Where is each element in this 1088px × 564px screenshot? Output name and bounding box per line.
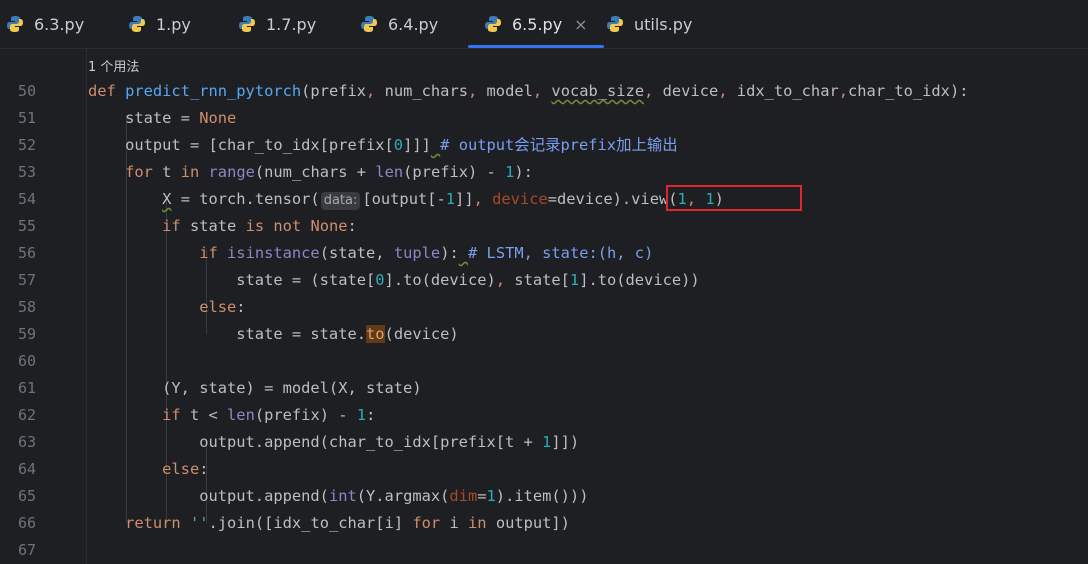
python-file-icon [484, 15, 502, 33]
line-number: 59 [17, 325, 36, 343]
python-file-icon [128, 15, 146, 33]
line-number: 66 [17, 514, 36, 532]
python-file-icon [606, 15, 624, 33]
tab-1-py[interactable]: 1.py [128, 0, 191, 48]
highlighted-usage: to [366, 325, 385, 343]
line-number-gutter: 50 51 52 53 54 55 56 57 58 59 60 61 62 6… [0, 49, 87, 564]
tab-label: 6.5.py [512, 14, 563, 34]
line-number: 54 [17, 190, 36, 208]
line-number: 60 [17, 352, 36, 370]
line-number: 57 [17, 271, 36, 289]
code-line-55[interactable]: if state is not None: [88, 216, 357, 236]
editor-tab-bar: 6.3.py 1.py 1.7.py 6.4.py 6.5.py × utils… [0, 0, 1088, 49]
tab-label: 6.4.py [388, 14, 439, 34]
line-number: 62 [17, 406, 36, 424]
code-line-59[interactable]: state = state.to(device) [88, 324, 459, 344]
line-number: 67 [17, 541, 36, 559]
code-line-58[interactable]: else: [88, 297, 245, 317]
tab-utils-py[interactable]: utils.py [606, 0, 692, 48]
code-line-50[interactable]: def predict_rnn_pytorch(prefix, num_char… [88, 81, 969, 101]
line-number: 63 [17, 433, 36, 451]
code-line-51[interactable]: state = None [88, 108, 236, 128]
line-number: 52 [17, 136, 36, 154]
tab-label: 6.3.py [34, 14, 85, 34]
tab-6-4-py[interactable]: 6.4.py [360, 0, 438, 48]
tab-label: 1.py [156, 14, 191, 34]
code-line-66[interactable]: return ''.join([idx_to_char[i] for i in … [88, 513, 570, 533]
python-file-icon [238, 15, 256, 33]
line-number: 58 [17, 298, 36, 316]
code-line-52[interactable]: output = [char_to_idx[prefix[0]]] # outp… [88, 135, 678, 155]
usages-inlay-hint[interactable]: 1 个用法 [88, 56, 139, 75]
tab-label: 1.7.py [266, 14, 317, 34]
code-line-53[interactable]: for t in range(num_chars + len(prefix) -… [88, 162, 533, 182]
close-icon[interactable]: × [574, 15, 587, 34]
line-number: 61 [17, 379, 36, 397]
tab-6-5-py[interactable]: 6.5.py × [468, 0, 604, 48]
code-line-56[interactable]: if isinstance(state, tuple): # LSTM, sta… [88, 243, 653, 263]
python-file-icon [360, 15, 378, 33]
code-line-61[interactable]: (Y, state) = model(X, state) [88, 378, 421, 398]
code-line-65[interactable]: output.append(int(Y.argmax(dim=1).item()… [88, 486, 588, 506]
code-line-63[interactable]: output.append(char_to_idx[prefix[t + 1]]… [88, 432, 579, 452]
annotation-highlight-box [666, 185, 802, 211]
line-number: 64 [17, 460, 36, 478]
python-file-icon [6, 15, 24, 33]
line-number: 50 [17, 82, 36, 100]
code-editor[interactable]: 50 51 52 53 54 55 56 57 58 59 60 61 62 6… [0, 49, 1088, 564]
parameter-hint: data: [320, 192, 361, 210]
tab-label: utils.py [634, 14, 693, 34]
tab-6-3-py[interactable]: 6.3.py [6, 0, 84, 48]
line-number: 56 [17, 244, 36, 262]
tab-1-7-py[interactable]: 1.7.py [238, 0, 316, 48]
line-number: 53 [17, 163, 36, 181]
line-number: 65 [17, 487, 36, 505]
line-number: 55 [17, 217, 36, 235]
code-line-62[interactable]: if t < len(prefix) - 1: [88, 405, 375, 425]
code-line-54[interactable]: X = torch.tensor(data: [output[-1]], devi… [88, 189, 724, 210]
line-number: 51 [17, 109, 36, 127]
code-line-57[interactable]: state = (state[0].to(device), state[1].t… [88, 270, 699, 290]
code-line-64[interactable]: else: [88, 459, 208, 479]
